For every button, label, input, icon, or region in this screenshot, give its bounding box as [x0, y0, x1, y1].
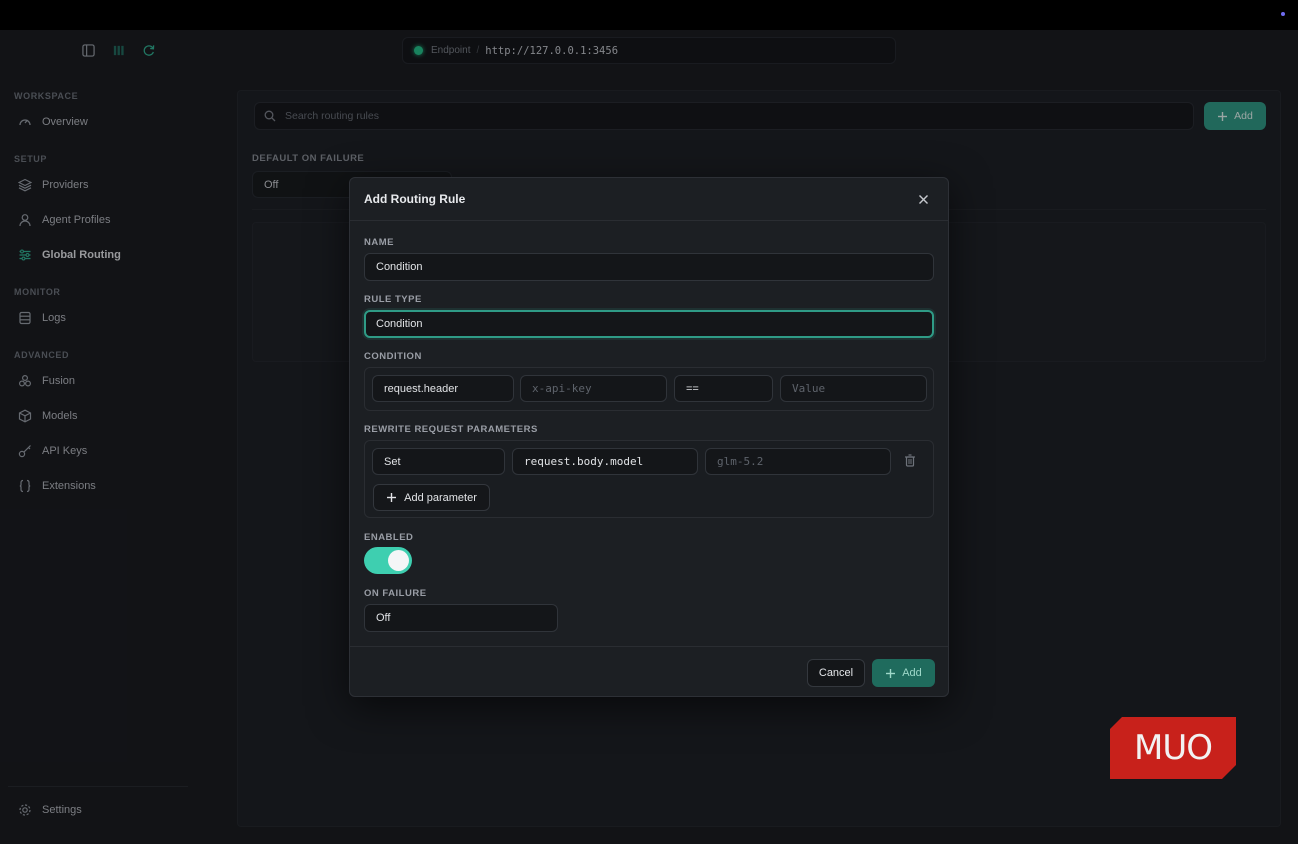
condition-operator-select[interactable]: ==	[674, 375, 773, 402]
rewrite-path-input[interactable]: request.body.model	[512, 448, 698, 475]
delete-parameter-button[interactable]	[904, 454, 918, 468]
add-parameter-button[interactable]: Add parameter	[373, 484, 490, 511]
rewrite-parameters-label: REWRITE REQUEST PARAMETERS	[364, 424, 538, 435]
condition-label: CONDITION	[364, 351, 422, 362]
submit-add-label: Add	[902, 667, 922, 679]
rule-type-select[interactable]: Condition	[364, 310, 934, 338]
dialog-title: Add Routing Rule	[364, 192, 466, 206]
rewrite-action-select[interactable]: Set	[372, 448, 505, 475]
muo-watermark-logo: MUO	[1110, 717, 1236, 779]
condition-value-input[interactable]: Value	[780, 375, 927, 402]
add-routing-rule-dialog: Add Routing Rule NAME Condition RULE TYP…	[349, 177, 949, 697]
toggle-knob	[388, 550, 409, 571]
condition-source-select[interactable]: request.header	[372, 375, 514, 402]
watermark-text: MUO	[1134, 728, 1213, 768]
on-failure-label: ON FAILURE	[364, 588, 427, 599]
plus-icon	[387, 493, 397, 502]
plus-icon	[886, 668, 896, 678]
dialog-header-divider	[350, 220, 948, 221]
name-label: NAME	[364, 237, 394, 248]
rewrite-value-input[interactable]: glm-5.2	[705, 448, 891, 475]
dialog-footer-divider	[350, 646, 948, 647]
window-titlebar	[0, 0, 1298, 30]
status-dot	[1281, 12, 1285, 16]
cancel-button[interactable]: Cancel	[807, 659, 865, 687]
name-input[interactable]: Condition	[364, 253, 934, 281]
rule-type-label: RULE TYPE	[364, 294, 422, 305]
trash-icon	[905, 454, 915, 467]
close-icon	[918, 194, 928, 204]
on-failure-select[interactable]: Off	[364, 604, 558, 632]
enabled-toggle[interactable]	[364, 547, 412, 574]
condition-key-input[interactable]: x-api-key	[520, 375, 667, 402]
add-parameter-label: Add parameter	[404, 491, 477, 504]
close-button[interactable]	[916, 192, 930, 206]
enabled-label: ENABLED	[364, 532, 414, 543]
submit-add-button[interactable]: Add	[872, 659, 935, 687]
